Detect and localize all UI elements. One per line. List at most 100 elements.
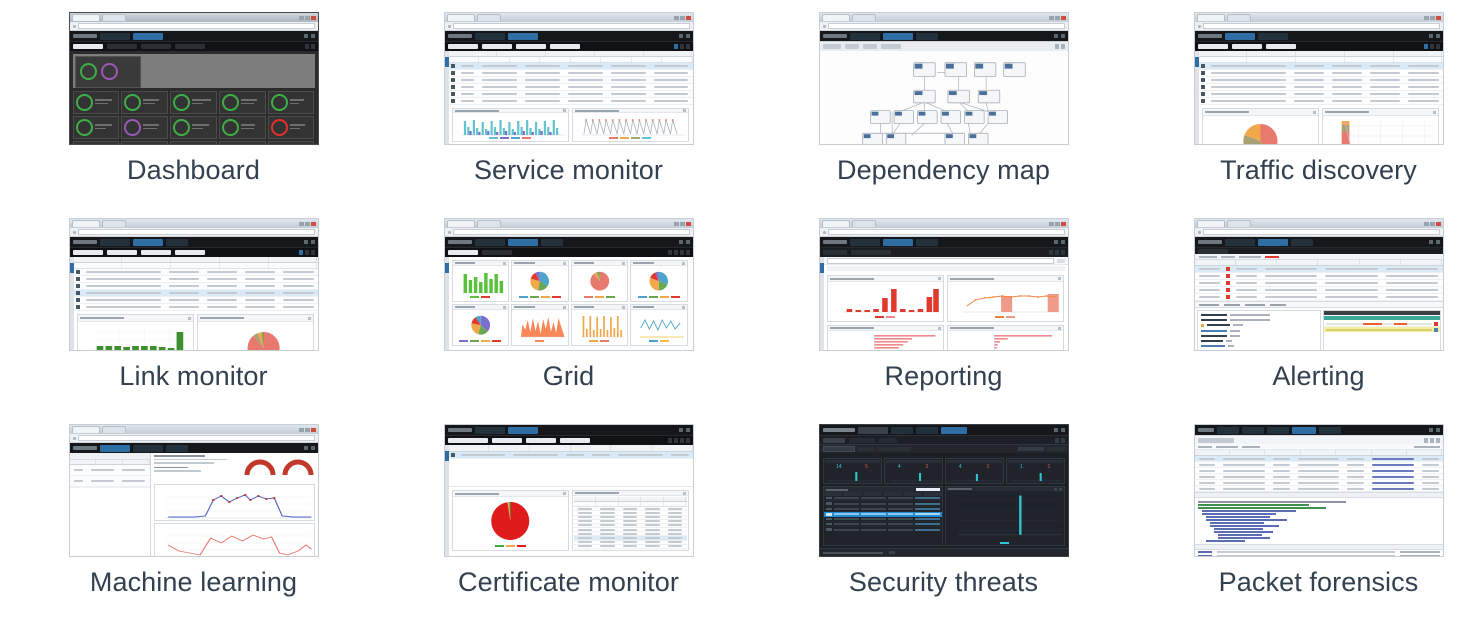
chart-panel-pie[interactable] (511, 260, 569, 302)
report-panel-bar[interactable] (826, 275, 944, 322)
report-filter-bar[interactable] (823, 257, 1068, 265)
dashboard-tile[interactable] (218, 116, 266, 139)
chart-panel-line[interactable] (630, 304, 688, 346)
thumbnail-traffic-discovery[interactable] (1193, 12, 1444, 145)
dashboard-tile[interactable] (267, 116, 315, 139)
app-window-machine-learning (68, 424, 319, 557)
app-window-traffic-discovery (1193, 12, 1444, 145)
dashboard-tile[interactable] (72, 91, 120, 114)
chart-panel-bars[interactable] (76, 314, 194, 350)
chart-panel-bar[interactable] (451, 108, 569, 142)
dashboard-tile-featured[interactable] (74, 56, 141, 88)
thumbnail-certificate-monitor[interactable] (443, 424, 694, 557)
kpi-card[interactable]: 4 3 (883, 458, 943, 484)
map-canvas[interactable] (819, 51, 1068, 144)
ml-chart-panel-2[interactable] (153, 523, 315, 556)
thumbnail-reporting[interactable] (818, 218, 1069, 351)
thumbnail-dependency-map[interactable] (818, 12, 1069, 145)
detail-table-panel[interactable] (571, 490, 689, 551)
hexdump-pane[interactable] (1195, 550, 1443, 556)
ml-content (151, 453, 318, 556)
chart-panel-area[interactable] (511, 304, 569, 346)
report-panel-line[interactable] (946, 275, 1064, 322)
alert-table[interactable] (1194, 260, 1443, 301)
kpi-card[interactable]: 1 2 (1005, 458, 1065, 484)
chart-panel-stacked-area[interactable] (1321, 108, 1439, 144)
dashboard-tile[interactable] (72, 116, 120, 139)
report-panel-hbar[interactable] (826, 325, 944, 350)
thumbnail-dashboard[interactable] (68, 12, 319, 145)
gallery-item-dashboard[interactable]: Dashboard (6, 12, 381, 218)
thumbnail-machine-learning[interactable] (68, 424, 319, 557)
app-tab (99, 32, 130, 40)
dashboard-tile[interactable] (170, 91, 217, 114)
chart-panel-line[interactable] (571, 108, 689, 142)
chart-panel-bar[interactable] (570, 304, 628, 346)
app-navbar (819, 425, 1068, 435)
dashboard-tile[interactable] (121, 116, 169, 139)
gallery-item-dependency-map[interactable]: Dependency map (756, 12, 1131, 218)
detail-table[interactable] (573, 497, 687, 549)
ml-list-pane[interactable] (69, 453, 151, 556)
thumbnail-link-monitor[interactable] (68, 218, 319, 351)
dashboard-tile[interactable] (170, 141, 217, 144)
gallery-item-reporting[interactable]: Reporting (756, 218, 1131, 424)
data-grid[interactable] (1198, 51, 1443, 105)
protocol-tree[interactable] (1195, 498, 1443, 544)
gallery-item-alerting[interactable]: Alerting (1131, 218, 1459, 424)
kpi-card[interactable]: 4 3 (944, 458, 1004, 484)
chart-panel-pie[interactable] (630, 260, 688, 302)
app-body (819, 257, 1068, 350)
threat-chart-panel[interactable] (944, 486, 1065, 546)
gallery-item-link-monitor[interactable]: Link monitor (6, 218, 381, 424)
chart-panel-bar[interactable] (451, 260, 509, 302)
dashboard-tile[interactable] (218, 91, 266, 114)
dashboard-tile[interactable] (121, 141, 169, 144)
chart-panel-pie[interactable] (570, 260, 628, 302)
gallery-item-label: Packet forensics (1218, 567, 1419, 597)
packet-list[interactable] (1194, 450, 1443, 492)
dashboard-tile[interactable] (170, 116, 217, 139)
gallery-item-grid[interactable]: Grid (381, 218, 756, 424)
browser-urlbar (819, 22, 1068, 31)
gallery-item-packet-forensics[interactable]: Packet forensics (1131, 424, 1459, 630)
report-panel-hbar[interactable] (946, 325, 1064, 350)
dashboard-tile[interactable] (72, 141, 120, 144)
thumbnail-service-monitor[interactable] (443, 12, 694, 145)
alert-timeline-pane[interactable] (1322, 310, 1441, 350)
thumbnail-packet-forensics[interactable] (1193, 424, 1444, 557)
alert-detail-pane[interactable] (1196, 310, 1321, 350)
gallery-item-machine-learning[interactable]: Machine learning (6, 424, 381, 630)
thumbnail-alerting[interactable] (1193, 218, 1444, 351)
dashboard-tile[interactable] (121, 91, 169, 114)
close-icon (1060, 15, 1066, 20)
dashboard-tile[interactable] (267, 141, 315, 144)
browser-urlbar (1194, 228, 1443, 237)
thumbnail-security-threats[interactable]: 14 5 4 3 4 3 1 2 (818, 424, 1069, 557)
data-grid[interactable] (448, 51, 693, 105)
gallery-item-security-threats[interactable]: 14 5 4 3 4 3 1 2 Security threats (756, 424, 1131, 630)
browser-urlbar (819, 228, 1068, 237)
gallery-item-certificate-monitor[interactable]: Certificate monitor (381, 424, 756, 630)
app-body (1194, 51, 1443, 144)
alert-tab-strip[interactable] (1194, 301, 1443, 308)
dashboard-tile[interactable] (218, 141, 266, 144)
gallery-item-traffic-discovery[interactable]: Traffic discovery (1131, 12, 1459, 218)
gallery-item-label: Certificate monitor (458, 567, 679, 597)
dashboard-tile[interactable] (267, 91, 315, 114)
threat-table-panel[interactable] (822, 486, 943, 546)
thumbnail-grid[interactable] (443, 218, 694, 351)
chart-panel-pie[interactable] (196, 314, 314, 350)
ml-chart-panel-1[interactable] (153, 484, 315, 521)
data-grid[interactable] (73, 257, 318, 311)
kpi-card[interactable]: 14 5 (822, 458, 882, 484)
table-row[interactable] (824, 527, 942, 531)
chart-panel-pie[interactable] (451, 304, 509, 346)
chart-panel-pie[interactable] (451, 490, 569, 551)
window-titlebar (69, 425, 318, 434)
certificate-grid[interactable] (448, 445, 693, 459)
gallery-item-service-monitor[interactable]: Service monitor (381, 12, 756, 218)
chart-panel-pie[interactable] (1201, 108, 1319, 144)
app-toolbar (819, 247, 1068, 257)
threat-filter-bar[interactable] (819, 444, 1068, 453)
